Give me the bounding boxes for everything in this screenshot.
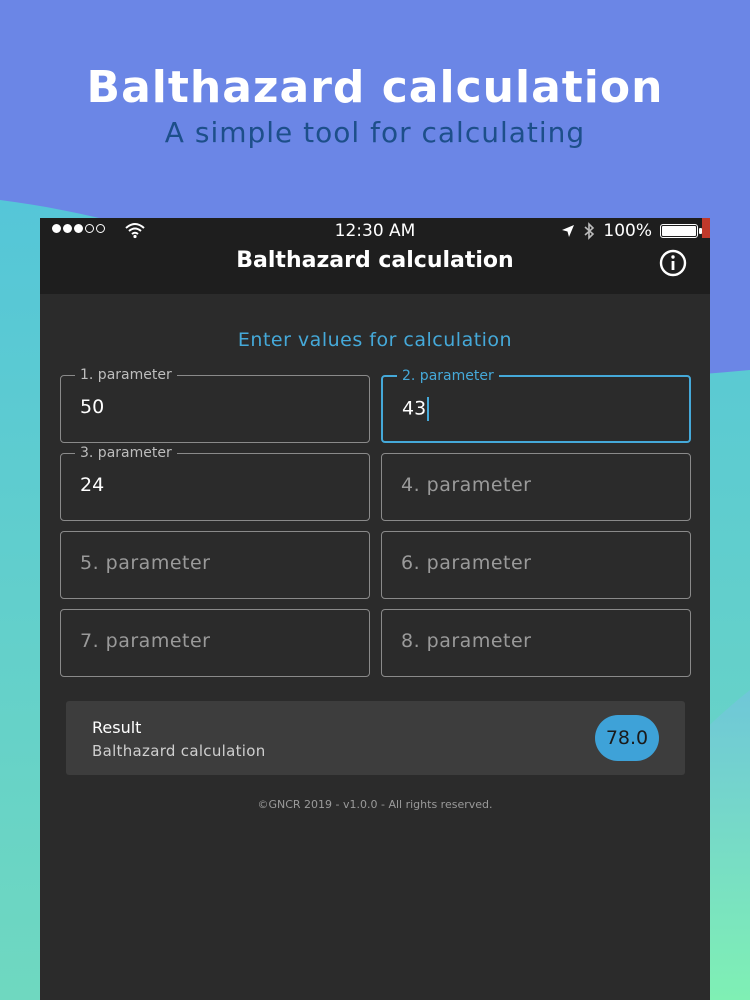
- parameter-2-field[interactable]: 2. parameter 43: [381, 367, 691, 443]
- bluetooth-icon: [584, 222, 595, 240]
- parameter-5-field[interactable]: 5. parameter: [60, 531, 370, 599]
- parameter-1-label: 1. parameter: [75, 366, 177, 384]
- parameter-8-field[interactable]: 8. parameter: [381, 609, 691, 677]
- parameter-3-label: 3. parameter: [75, 444, 177, 462]
- status-right-group: 100%: [561, 221, 702, 241]
- battery-icon: [660, 224, 702, 238]
- parameter-7-placeholder: 7. parameter: [80, 630, 211, 652]
- parameter-8-placeholder: 8. parameter: [401, 630, 532, 652]
- result-value-badge: 78.0: [595, 715, 659, 761]
- form-heading: Enter values for calculation: [237, 329, 513, 351]
- parameter-1-value: 50: [80, 396, 105, 418]
- info-icon[interactable]: [658, 248, 688, 278]
- text-cursor: [427, 397, 430, 421]
- result-subtitle: Balthazard calculation: [92, 742, 266, 760]
- parameter-4-placeholder: 4. parameter: [401, 474, 532, 496]
- location-arrow-icon: [562, 225, 575, 237]
- battery-percent: 100%: [603, 221, 652, 241]
- parameter-5-placeholder: 5. parameter: [80, 552, 211, 574]
- status-corner-marker: [702, 218, 710, 238]
- promo-title: Balthazard calculation: [86, 62, 664, 113]
- parameter-7-field[interactable]: 7. parameter: [60, 609, 370, 677]
- footer-copyright: ©GNCR 2019 - v1.0.0 - All rights reserve…: [257, 798, 493, 811]
- parameter-3-field[interactable]: 3. parameter 24: [60, 444, 370, 521]
- parameter-6-placeholder: 6. parameter: [401, 552, 532, 574]
- result-card: Result Balthazard calculation 78.0: [66, 701, 685, 775]
- parameter-1-field[interactable]: 1. parameter 50: [60, 366, 370, 443]
- parameter-2-value-wrap: 43: [402, 397, 430, 421]
- status-bar: 12:30 AM 100%: [40, 218, 710, 246]
- app-header: 12:30 AM 100% Balthazard calculation: [40, 218, 710, 294]
- parameter-4-field[interactable]: 4. parameter: [381, 453, 691, 521]
- parameter-2-value: 43: [402, 397, 427, 420]
- result-title: Result: [92, 718, 142, 737]
- parameter-2-label: 2. parameter: [397, 367, 499, 385]
- nav-title: Balthazard calculation: [236, 248, 514, 273]
- parameter-3-value: 24: [80, 474, 105, 496]
- parameter-6-field[interactable]: 6. parameter: [381, 531, 691, 599]
- promo-subtitle: A simple tool for calculating: [164, 116, 586, 149]
- phone-screen: 12:30 AM 100% Balthazard calculation Ent…: [40, 218, 710, 1000]
